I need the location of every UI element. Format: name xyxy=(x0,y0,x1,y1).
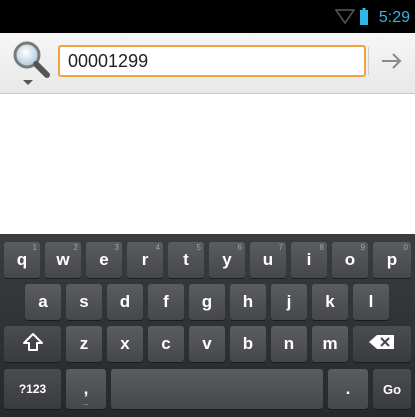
key-u[interactable]: u7 xyxy=(250,242,286,278)
comma-key[interactable]: , _ xyxy=(66,369,106,409)
search-input[interactable] xyxy=(58,45,366,77)
delete-key[interactable] xyxy=(353,326,411,362)
key-c[interactable]: c xyxy=(148,326,184,362)
period-key[interactable]: . xyxy=(328,369,368,409)
key-n[interactable]: n xyxy=(271,326,307,362)
go-arrow-icon[interactable] xyxy=(368,43,412,79)
status-bar: 5:29 xyxy=(0,0,415,33)
battery-icon xyxy=(360,8,368,25)
key-v[interactable]: v xyxy=(189,326,225,362)
shift-arrow-icon xyxy=(22,332,44,357)
search-bar xyxy=(0,33,415,94)
key-h[interactable]: h xyxy=(230,284,266,320)
go-key[interactable]: Go xyxy=(373,369,411,409)
dropdown-triangle-icon xyxy=(23,80,33,85)
key-w[interactable]: w2 xyxy=(45,242,81,278)
key-a[interactable]: a xyxy=(25,284,61,320)
key-i[interactable]: i8 xyxy=(291,242,327,278)
backspace-icon xyxy=(368,334,396,355)
key-j[interactable]: j xyxy=(271,284,307,320)
key-y[interactable]: y6 xyxy=(209,242,245,278)
key-q[interactable]: q1 xyxy=(4,242,40,278)
key-f[interactable]: f xyxy=(148,284,184,320)
key-k[interactable]: k xyxy=(312,284,348,320)
space-key[interactable] xyxy=(111,369,323,409)
key-m[interactable]: m xyxy=(312,326,348,362)
symbols-key[interactable]: ?123 xyxy=(4,369,61,409)
key-d[interactable]: d xyxy=(107,284,143,320)
key-t[interactable]: t5 xyxy=(168,242,204,278)
key-p[interactable]: p0 xyxy=(373,242,411,278)
results-area xyxy=(0,94,415,234)
soft-keyboard: q1 w2 e3 r4 t5 y6 u7 i8 o9 p0 a s d f g … xyxy=(0,234,415,417)
key-l[interactable]: l xyxy=(353,284,389,320)
key-o[interactable]: o9 xyxy=(332,242,368,278)
key-z[interactable]: z xyxy=(66,326,102,362)
wifi-icon xyxy=(334,9,356,29)
key-r[interactable]: r4 xyxy=(127,242,163,278)
shift-key[interactable] xyxy=(4,326,61,362)
key-b[interactable]: b xyxy=(230,326,266,362)
key-e[interactable]: e3 xyxy=(86,242,122,278)
key-s[interactable]: s xyxy=(66,284,102,320)
clock: 5:29 xyxy=(378,9,410,26)
key-x[interactable]: x xyxy=(107,326,143,362)
key-g[interactable]: g xyxy=(189,284,225,320)
search-icon[interactable] xyxy=(10,39,56,89)
